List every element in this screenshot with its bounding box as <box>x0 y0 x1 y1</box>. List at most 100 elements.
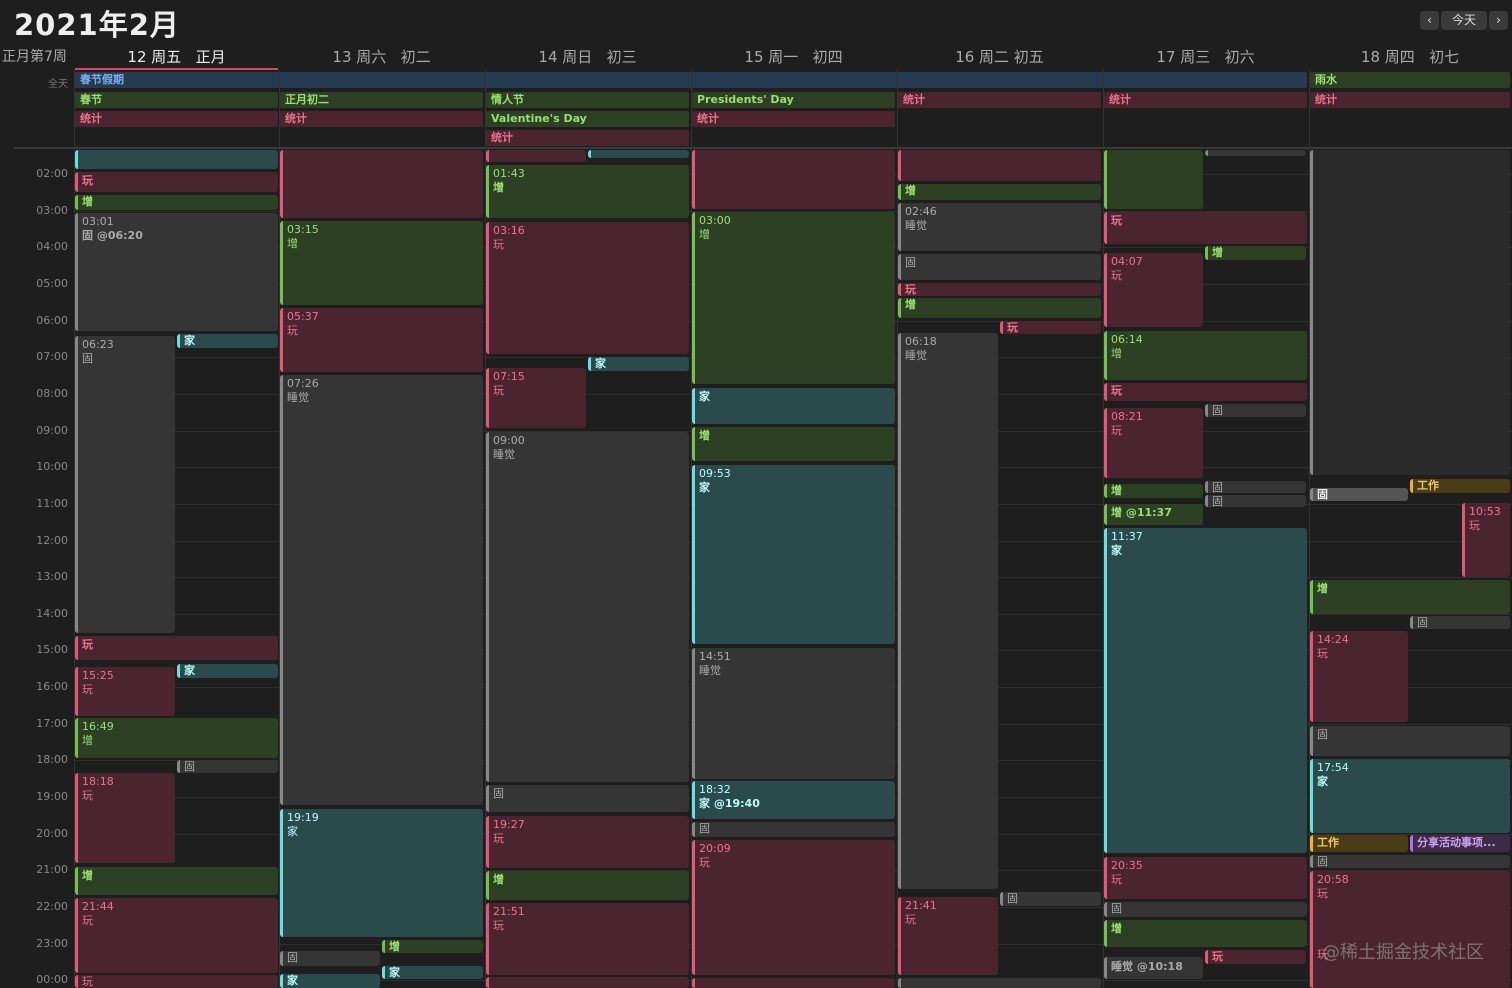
event-sleep[interactable]: 06:18 睡觉 <box>898 333 998 889</box>
allday-event-presidents[interactable]: Presidents' Day <box>692 92 895 108</box>
allday-event-tongji[interactable]: 统计 <box>75 111 278 127</box>
event-gongzuo[interactable]: 工作 <box>1310 835 1408 852</box>
event-sleep[interactable]: 02:46 睡觉 <box>898 203 1101 251</box>
event-gu[interactable]: 固 <box>1410 616 1510 629</box>
event-wan[interactable]: 玩 <box>1000 321 1101 334</box>
event-gu[interactable]: 固 <box>1310 488 1408 501</box>
event-wan[interactable] <box>486 150 586 162</box>
event-gu[interactable] <box>898 978 1101 988</box>
event-wan[interactable]: 玩 <box>898 283 1101 296</box>
day-header-fri[interactable]: 12 周五 正月 <box>75 46 278 67</box>
event-jia[interactable]: 18:32 家 @19:40 <box>692 781 895 819</box>
event-jia[interactable]: 家 <box>177 334 278 348</box>
allday-event-valentines[interactable]: Valentine's Day <box>486 111 689 127</box>
event-gu[interactable]: 固 <box>1205 481 1306 493</box>
event-wan[interactable]: 10:53 玩 <box>1462 503 1510 577</box>
event-zeng[interactable]: 06:14 增 <box>1104 331 1307 380</box>
next-week-button[interactable]: › <box>1489 11 1508 30</box>
event-wan[interactable] <box>692 150 895 209</box>
event-gu[interactable] <box>1205 150 1306 156</box>
event-zeng[interactable]: 增 <box>75 867 278 895</box>
event-wan[interactable]: 04:07 玩 <box>1104 253 1203 327</box>
event-wan[interactable]: 玩 <box>75 975 278 988</box>
event-zeng[interactable]: 增 <box>486 871 689 900</box>
event-wan[interactable]: 08:21 玩 <box>1104 408 1203 478</box>
event-gu[interactable]: 06:23 固 <box>75 336 175 633</box>
event-gu[interactable]: 固 <box>1205 404 1306 417</box>
event-zeng[interactable]: 增 <box>898 298 1101 318</box>
event-wan[interactable]: 14:24 玩 <box>1310 631 1408 722</box>
event-wan[interactable] <box>692 978 895 988</box>
event-gu[interactable]: 固 <box>1104 902 1307 917</box>
event-wan[interactable] <box>486 977 689 988</box>
event-wan[interactable]: 05:37 玩 <box>280 308 483 372</box>
event-jia[interactable]: 17:54 家 <box>1310 759 1510 833</box>
event-zeng[interactable]: 增 <box>382 940 483 953</box>
event-sleep[interactable]: 07:26 睡觉 <box>280 375 483 805</box>
today-button[interactable]: 今天 <box>1441 11 1487 30</box>
event-gu[interactable]: 固 <box>692 822 895 837</box>
event-wan[interactable] <box>280 150 483 218</box>
event-wan[interactable]: 21:41 玩 <box>898 897 998 975</box>
allday-event-tongji[interactable]: 统计 <box>1104 92 1307 108</box>
event-gongzuo[interactable]: 工作 <box>1410 479 1510 493</box>
day-header-mon[interactable]: 15 周一 初四 <box>692 46 895 67</box>
allday-event-tongji[interactable]: 统计 <box>898 92 1101 108</box>
event-zeng[interactable]: 增 <box>1104 484 1203 498</box>
event-zeng[interactable]: 增 <box>898 184 1101 200</box>
event-gu[interactable] <box>1310 150 1510 475</box>
event-jia[interactable]: 11:37 家 <box>1104 528 1307 853</box>
event-wan[interactable]: 19:27 玩 <box>486 816 689 868</box>
event-wan[interactable]: 玩 <box>75 636 278 660</box>
event-gu[interactable]: 固 <box>1310 726 1510 756</box>
event-sleep[interactable]: 09:00 睡觉 <box>486 432 689 782</box>
event-jia[interactable] <box>75 150 278 169</box>
allday-event-zhengyuechuer[interactable]: 正月初二 <box>280 92 483 108</box>
day-header-sat[interactable]: 13 周六 初二 <box>280 46 483 67</box>
event-jia[interactable]: 家 <box>177 664 278 678</box>
event-jia[interactable]: 家 <box>588 357 689 371</box>
event-wan[interactable]: 玩 <box>1104 383 1307 401</box>
event-zeng[interactable]: 增 <box>1205 246 1306 260</box>
event-jia[interactable]: 19:19 家 <box>280 809 483 937</box>
event-zeng[interactable]: 16:49 增 <box>75 718 278 758</box>
event-jia[interactable]: 家 <box>280 974 380 988</box>
event-wan[interactable]: 20:09 玩 <box>692 840 895 975</box>
allday-event-yushui[interactable]: 雨水 <box>1310 72 1510 88</box>
event-zeng[interactable] <box>1104 150 1203 209</box>
event-zeng[interactable]: 增 <box>75 195 278 210</box>
day-header-tue[interactable]: 16 周二 初五 <box>898 46 1101 67</box>
event-wan[interactable]: 玩 <box>1104 212 1307 244</box>
event-jia[interactable]: 09:53 家 <box>692 465 895 644</box>
event-wan[interactable]: 07:15 玩 <box>486 368 586 428</box>
event-wan[interactable]: 15:25 玩 <box>75 667 175 716</box>
event-fenxiang[interactable]: 分享活动事项... <box>1410 835 1510 852</box>
event-wan[interactable] <box>898 150 1101 181</box>
event-zeng[interactable]: 03:15 增 <box>280 221 483 305</box>
allday-event-tongji[interactable]: 统计 <box>280 111 483 127</box>
allday-event-tongji[interactable]: 统计 <box>486 130 689 146</box>
event-zeng[interactable]: 03:00 增 <box>692 212 895 384</box>
event-gu[interactable]: 固 <box>177 760 278 773</box>
event-wan[interactable]: 玩 <box>75 172 278 192</box>
event-jia[interactable] <box>588 150 689 158</box>
event-wan[interactable]: 21:44 玩 <box>75 898 278 973</box>
event-gu[interactable]: 固 <box>1205 495 1306 507</box>
event-wan[interactable]: 18:18 玩 <box>75 773 175 863</box>
allday-event-tongji[interactable]: 统计 <box>1310 92 1510 108</box>
event-zeng[interactable]: 增 <box>1310 580 1510 614</box>
event-zeng[interactable]: 增 @11:37 <box>1104 504 1203 525</box>
day-header-thu[interactable]: 18 周四 初七 <box>1310 46 1510 67</box>
event-gu[interactable]: 固 <box>1000 892 1101 906</box>
event-zeng[interactable]: 增 <box>692 427 895 461</box>
event-gu[interactable]: 固 <box>280 951 380 966</box>
event-sleep[interactable]: 睡觉 @10:18 <box>1104 957 1203 979</box>
event-gu[interactable]: 固 <box>486 785 689 812</box>
allday-event-qingrenjie[interactable]: 情人节 <box>486 92 689 108</box>
event-jia[interactable]: 家 <box>692 388 895 424</box>
event-wan[interactable]: 20:35 玩 <box>1104 857 1307 899</box>
day-header-sun[interactable]: 14 周日 初三 <box>486 46 689 67</box>
event-gu[interactable]: 固 <box>898 254 1101 280</box>
event-zeng[interactable]: 增 <box>1104 920 1307 947</box>
event-gu[interactable]: 03:01 固 @06:20 <box>75 213 278 331</box>
